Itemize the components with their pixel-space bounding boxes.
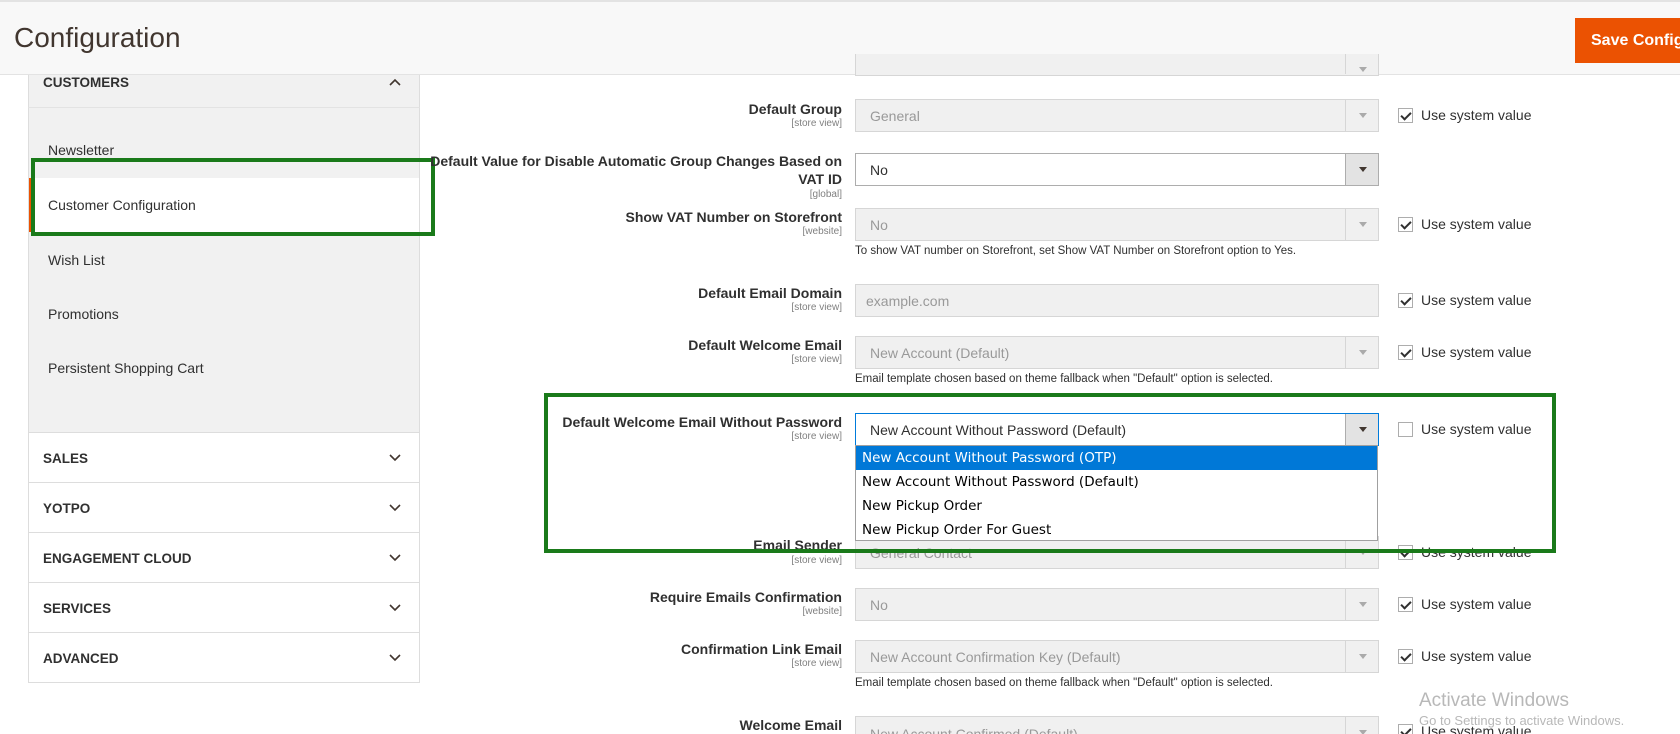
show-vat-scope: [website]: [802, 226, 842, 237]
show-vat-select[interactable]: No: [855, 208, 1379, 241]
use-system-label: Use system value: [1421, 292, 1532, 308]
checkbox-checked-icon[interactable]: [1398, 216, 1413, 232]
chevron-down-icon: [389, 504, 401, 512]
section-engagement-cloud[interactable]: ENGAGEMENT CLOUD: [28, 533, 420, 583]
highlight-box-welcome-no-password: [544, 393, 1556, 553]
customers-sub-list: Newsletter Customer Configuration Wish L…: [28, 108, 420, 433]
section-customers-label: CUSTOMERS: [43, 75, 130, 90]
section-sales[interactable]: SALES: [28, 433, 420, 483]
checkbox-checked-icon[interactable]: [1398, 292, 1413, 308]
welcome-email-label: Default Welcome Email: [688, 337, 842, 353]
welcome-email-scope: [store view]: [791, 354, 842, 365]
show-vat-value: No: [870, 217, 888, 233]
section-label: ENGAGEMENT CLOUD: [43, 551, 192, 566]
show-vat-note: To show VAT number on Storefront, set Sh…: [855, 245, 1297, 257]
confirm-link-use-system[interactable]: Use system value: [1398, 648, 1531, 664]
default-group-use-system[interactable]: Use system value: [1398, 107, 1531, 123]
require-confirm-use-system[interactable]: Use system value: [1398, 596, 1531, 612]
chevron-up-icon: [389, 78, 401, 86]
disable-auto-group-value: No: [870, 162, 888, 178]
checkbox-checked-icon[interactable]: [1398, 723, 1413, 734]
disable-auto-group-label-1: Default Value for Disable Automatic Grou…: [430, 153, 842, 169]
confirm-link-value: New Account Confirmation Key (Default): [870, 649, 1121, 665]
welcome-email-use-system[interactable]: Use system value: [1398, 344, 1531, 360]
section-advanced[interactable]: ADVANCED: [28, 633, 420, 683]
show-vat-use-system[interactable]: Use system value: [1398, 216, 1531, 232]
page-header: Configuration Save Config: [0, 0, 1680, 75]
welcome-confirmed-select[interactable]: New Account Confirmed (Default): [855, 716, 1379, 734]
chevron-down-icon: [1345, 100, 1378, 131]
section-label: SALES: [43, 451, 89, 466]
chevron-down-icon: [389, 454, 401, 462]
sidebar-item-promotions[interactable]: Promotions: [29, 287, 419, 341]
checkbox-checked-icon[interactable]: [1398, 648, 1413, 664]
chevron-down-icon: [1345, 154, 1378, 185]
section-services[interactable]: SERVICES: [28, 583, 420, 633]
email-domain-scope: [store view]: [791, 302, 842, 313]
highlight-box-customer-configuration: [31, 158, 435, 236]
confirm-link-note: Email template chosen based on theme fal…: [855, 677, 1273, 689]
chevron-down-icon: [1345, 589, 1378, 620]
checkbox-checked-icon[interactable]: [1398, 596, 1413, 612]
require-confirm-label: Require Emails Confirmation: [649, 589, 842, 605]
confirm-link-scope: [store view]: [791, 658, 842, 669]
welcome-confirmed-value: New Account Confirmed (Default): [870, 726, 1078, 734]
confirm-link-select[interactable]: New Account Confirmation Key (Default): [855, 640, 1379, 673]
save-config-button[interactable]: Save Config: [1575, 18, 1680, 63]
chevron-down-icon: [389, 654, 401, 662]
checkbox-checked-icon[interactable]: [1398, 344, 1413, 360]
email-domain-input[interactable]: example.com: [855, 284, 1379, 317]
section-customers[interactable]: CUSTOMERS: [28, 75, 420, 108]
section-yotpo[interactable]: YOTPO: [28, 483, 420, 533]
page-title: Configuration: [14, 22, 181, 53]
default-group-select[interactable]: General: [855, 99, 1379, 132]
chevron-down-icon: [389, 604, 401, 612]
email-domain-use-system[interactable]: Use system value: [1398, 292, 1531, 308]
sidebar-item-wish-list[interactable]: Wish List: [29, 233, 419, 287]
use-system-label: Use system value: [1421, 107, 1532, 123]
disable-auto-group-select[interactable]: No: [855, 153, 1379, 186]
section-label: YOTPO: [43, 501, 91, 516]
sidebar-item-persistent-shopping-cart[interactable]: Persistent Shopping Cart: [29, 341, 419, 395]
welcome-email-select[interactable]: New Account (Default): [855, 336, 1379, 369]
welcome-confirmed-label: Welcome Email: [739, 717, 842, 733]
default-group-value: General: [870, 108, 920, 124]
show-vat-label: Show VAT Number on Storefront: [625, 209, 842, 225]
activate-windows-subtext: Go to Settings to activate Windows.: [1419, 713, 1625, 728]
disable-auto-group-label-2: VAT ID: [798, 171, 842, 187]
chevron-down-icon: [1345, 337, 1378, 368]
section-label: ADVANCED: [43, 651, 119, 666]
email-domain-label: Default Email Domain: [698, 285, 842, 301]
welcome-email-note: Email template chosen based on theme fal…: [855, 373, 1273, 385]
use-system-label: Use system value: [1421, 216, 1532, 232]
confirm-link-label: Confirmation Link Email: [680, 641, 842, 657]
default-group-label: Default Group: [748, 101, 842, 117]
activate-windows-watermark: Activate Windows: [1419, 690, 1569, 711]
require-confirm-scope: [website]: [802, 606, 842, 617]
section-label: SERVICES: [43, 601, 112, 616]
partial-select-field[interactable]: [855, 54, 1379, 76]
chevron-down-icon: [389, 554, 401, 562]
use-system-label: Use system value: [1421, 344, 1532, 360]
use-system-label: Use system value: [1421, 648, 1532, 664]
default-group-scope: [store view]: [791, 118, 842, 129]
require-confirm-select[interactable]: No: [855, 588, 1379, 621]
use-system-label: Use system value: [1421, 596, 1532, 612]
checkbox-checked-icon[interactable]: [1398, 107, 1413, 123]
chevron-down-icon: [1345, 717, 1378, 734]
require-confirm-value: No: [870, 597, 888, 613]
email-sender-scope: [store view]: [791, 555, 842, 566]
chevron-down-icon: [1345, 641, 1378, 672]
disable-auto-group-scope: [global]: [809, 189, 842, 200]
welcome-email-value: New Account (Default): [870, 345, 1010, 361]
chevron-down-icon: [1345, 209, 1378, 240]
